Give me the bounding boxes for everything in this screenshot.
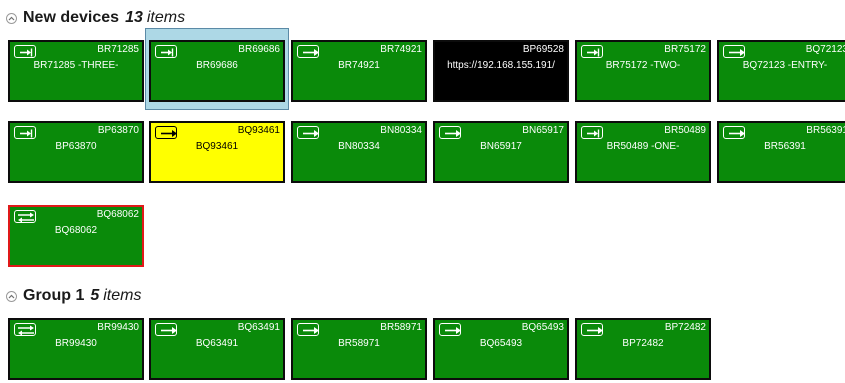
device-id: BP63870 [97,125,139,136]
device-tile-bq68062[interactable]: BQ68062 BQ68062 [8,205,144,267]
device-tile-br58971[interactable]: BR58971 BR58971 [291,318,427,380]
group-header-group-1[interactable]: Group 1 5 items [6,285,141,307]
device-id: BQ72123 [805,44,845,55]
device-tile-br75172[interactable]: BR75172 BR75172 -TWO- [575,40,711,102]
group-item-count: 5 [90,287,100,304]
device-label: https://192.168.155.191/ [447,60,555,71]
device-label: BR99430 [55,338,97,349]
bidirectional-arrow-icon [14,323,36,336]
device-id: BN80334 [380,125,422,136]
device-tile-bq65493[interactable]: BQ65493 BQ65493 [433,318,569,380]
arrow-in-icon [14,45,36,58]
collapse-chevron-icon[interactable] [6,290,17,302]
arrow-out-icon [297,323,319,336]
device-label: BR58971 [338,338,380,349]
device-label: BQ63491 [195,338,239,349]
device-label: BR75172 -TWO- [605,60,681,71]
bidirectional-arrow-icon [14,210,36,223]
group-items-word: items [103,287,142,304]
device-id: BR75172 [664,44,706,55]
device-tile-bp69528[interactable]: BP69528 https://192.168.155.191/ [433,40,569,102]
arrow-out-icon [297,126,319,139]
device-tile-bp63870[interactable]: BP63870 BP63870 [8,121,144,183]
device-tile-bq72123[interactable]: BQ72123 BQ72123 -ENTRY- [717,40,845,102]
arrow-out-icon [297,45,319,58]
arrow-in-icon [155,45,177,58]
device-id: BP72482 [664,322,706,333]
device-id: BR69686 [238,44,280,55]
arrow-out-icon [439,126,461,139]
group-title: New devices [23,9,120,26]
device-tile-bn80334[interactable]: BN80334 BN80334 [291,121,427,183]
device-id: BQ63491 [237,322,280,333]
device-tile-bq63491[interactable]: BQ63491 BQ63491 [149,318,285,380]
device-label: BR74921 [338,60,380,71]
device-id: BQ68062 [96,209,139,220]
device-label: BN65917 [480,141,522,152]
device-label: BR56391 [764,141,806,152]
device-id: BR71285 [97,44,139,55]
device-tile-br56391[interactable]: BR56391 BR56391 [717,121,845,183]
device-id: BR56391 [806,125,845,136]
collapse-chevron-icon[interactable] [6,12,17,24]
device-label: BR50489 -ONE- [606,141,680,152]
device-label: BQ93461 [195,141,239,152]
arrow-out-icon [155,323,177,336]
group-item-count: 13 [125,9,143,26]
device-label: BQ68062 [54,225,98,236]
arrow-in-icon [581,126,603,139]
group-items-word: items [146,9,186,26]
group-title: Group 1 [23,287,85,304]
device-label: BR69686 [196,60,238,71]
device-tile-bp72482[interactable]: BP72482 BP72482 [575,318,711,380]
device-label: BQ72123 -ENTRY- [742,60,828,71]
device-id: BR74921 [380,44,422,55]
arrow-out-icon [723,45,745,58]
device-tile-bn65917[interactable]: BN65917 BN65917 [433,121,569,183]
arrow-out-icon [155,126,177,139]
device-tile-br99430[interactable]: BR99430 BR99430 [8,318,144,380]
device-tile-br69686[interactable]: BR69686 BR69686 [149,40,285,102]
device-id: BP69528 [522,44,564,55]
arrow-out-icon [439,323,461,336]
device-id: BQ65493 [521,322,564,333]
arrow-in-icon [14,126,36,139]
arrow-in-icon [581,45,603,58]
device-tile-bq93461[interactable]: BQ93461 BQ93461 [149,121,285,183]
arrow-out-icon [581,323,603,336]
device-tile-br74921[interactable]: BR74921 BR74921 [291,40,427,102]
device-id: BR99430 [97,322,139,333]
device-id: BR58971 [380,322,422,333]
device-label: BN80334 [338,141,380,152]
device-label: BP72482 [622,338,664,349]
device-id: BN65917 [522,125,564,136]
device-label: BQ65493 [479,338,523,349]
device-id: BR50489 [664,125,706,136]
arrow-out-icon [723,126,745,139]
device-id: BQ93461 [237,125,280,136]
device-tile-br50489[interactable]: BR50489 BR50489 -ONE- [575,121,711,183]
device-label: BP63870 [55,141,97,152]
device-tile-br71285[interactable]: BR71285 BR71285 -THREE- [8,40,144,102]
device-label: BR71285 -THREE- [33,60,119,71]
group-header-new-devices[interactable]: New devices 13 items [6,7,185,29]
